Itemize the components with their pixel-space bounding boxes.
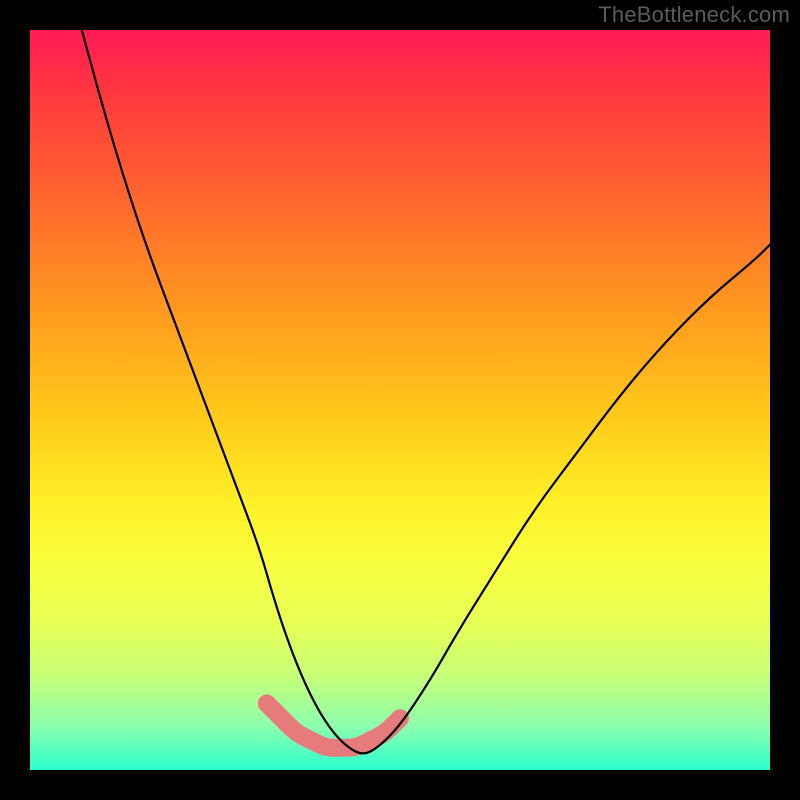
chart-frame: TheBottleneck.com	[0, 0, 800, 800]
bottleneck-curve-path	[82, 30, 770, 753]
highlight-band-path	[267, 703, 400, 747]
curve-layer	[30, 30, 770, 770]
watermark-text: TheBottleneck.com	[598, 2, 790, 28]
plot-area	[30, 30, 770, 770]
